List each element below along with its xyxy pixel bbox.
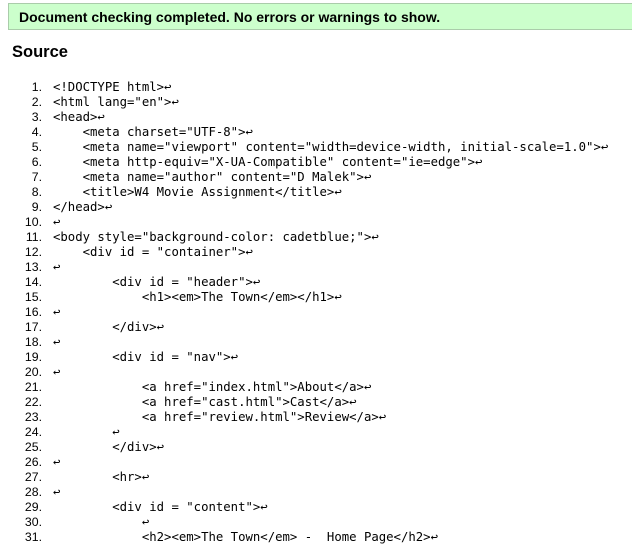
source-line: 23. <a href="review.html">Review</a>↩	[0, 410, 634, 425]
line-code: ↩	[53, 425, 120, 439]
line-code: <a href="cast.html">Cast</a>↩	[53, 395, 357, 409]
line-code: </div>↩	[53, 320, 165, 334]
source-line: 4. <meta charset="UTF-8">↩	[0, 125, 634, 140]
line-number: 6.	[31, 155, 42, 169]
source-line: 11. <body style="background-color: cadetb…	[0, 230, 634, 245]
line-code: ↩	[53, 515, 150, 529]
source-line: 31. <h2><em>The Town</em> - Home Page</h…	[0, 530, 634, 545]
line-number: 27.	[24, 470, 42, 484]
source-line: 28. ↩	[0, 485, 634, 500]
line-number: 8.	[31, 185, 42, 199]
source-line: 1. <!DOCTYPE html>↩	[0, 80, 634, 95]
line-code: <meta name="viewport" content="width=dev…	[53, 140, 609, 154]
line-number: 2.	[31, 95, 42, 109]
line-code: <meta name="author" content="D Malek">↩	[53, 170, 372, 184]
success-message: Document checking completed. No errors o…	[19, 9, 441, 25]
line-code: ↩	[53, 485, 61, 499]
source-line: 2. <html lang="en">↩	[0, 95, 634, 110]
line-number: 30.	[24, 515, 42, 529]
line-code: ↩	[53, 305, 61, 319]
line-code: <div id = "content">↩	[53, 500, 268, 514]
line-code: <h1><em>The Town</em></h1>↩	[53, 290, 342, 304]
line-code: </head>↩	[53, 200, 113, 214]
line-code: <meta charset="UTF-8">↩	[53, 125, 253, 139]
line-number: 15.	[24, 290, 42, 304]
line-number: 29.	[24, 500, 42, 514]
source-heading: Source	[12, 43, 68, 61]
source-line: 19. <div id = "nav">↩	[0, 350, 634, 365]
line-code: ↩	[53, 455, 61, 469]
line-code: <head>↩	[53, 110, 105, 124]
line-number: 7.	[31, 170, 42, 184]
source-listing: 1. <!DOCTYPE html>↩ 2. <html lang="en">↩ 3. <…	[0, 80, 634, 545]
source-line: 18. ↩	[0, 335, 634, 350]
source-line: 5. <meta name="viewport" content="width=…	[0, 140, 634, 155]
line-number: 20.	[24, 365, 42, 379]
source-line: 20. ↩	[0, 365, 634, 380]
line-number: 3.	[31, 110, 42, 124]
source-line: 14. <div id = "header">↩	[0, 275, 634, 290]
line-code: <meta http-equiv="X-UA-Compatible" conte…	[53, 155, 483, 169]
source-line: 30. ↩	[0, 515, 634, 530]
line-code: <title>W4 Movie Assignment</title>↩	[53, 185, 342, 199]
line-code: ↩	[53, 260, 61, 274]
line-number: 4.	[31, 125, 42, 139]
source-line: 15. <h1><em>The Town</em></h1>↩	[0, 290, 634, 305]
line-number: 31.	[24, 530, 42, 544]
source-line: 24. ↩	[0, 425, 634, 440]
line-number: 16.	[24, 305, 42, 319]
line-code: ↩	[53, 335, 61, 349]
source-line: 12. <div id = "container">↩	[0, 245, 634, 260]
line-code: <a href="review.html">Review</a>↩	[53, 410, 387, 424]
line-number: 19.	[24, 350, 42, 364]
source-line: 10. ↩	[0, 215, 634, 230]
success-banner: Document checking completed. No errors o…	[8, 3, 632, 30]
line-code: <hr>↩	[53, 470, 150, 484]
source-line: 7. <meta name="author" content="D Malek"…	[0, 170, 634, 185]
source-line: 3. <head>↩	[0, 110, 634, 125]
line-number: 22.	[24, 395, 42, 409]
line-number: 14.	[24, 275, 42, 289]
line-number: 13.	[24, 260, 42, 274]
line-number: 25.	[24, 440, 42, 454]
source-line: 21. <a href="index.html">About</a>↩	[0, 380, 634, 395]
line-code: <h2><em>The Town</em> - Home Page</h2>↩	[53, 530, 438, 544]
line-code: <div id = "container">↩	[53, 245, 253, 259]
source-line: 25. </div>↩	[0, 440, 634, 455]
source-line: 26. ↩	[0, 455, 634, 470]
line-code: <div id = "header">↩	[53, 275, 261, 289]
line-number: 23.	[24, 410, 42, 424]
source-line: 13. ↩	[0, 260, 634, 275]
source-line: 27. <hr>↩	[0, 470, 634, 485]
source-line: 16. ↩	[0, 305, 634, 320]
line-number: 9.	[31, 200, 42, 214]
source-line: 8. <title>W4 Movie Assignment</title>↩	[0, 185, 634, 200]
line-number: 17.	[24, 320, 42, 334]
line-code: <html lang="en">↩	[53, 95, 179, 109]
line-code: </div>↩	[53, 440, 165, 454]
line-number: 18.	[24, 335, 42, 349]
line-number: 28.	[24, 485, 42, 499]
line-code: <body style="background-color: cadetblue…	[53, 230, 379, 244]
source-line: 9. </head>↩	[0, 200, 634, 215]
source-line: 6. <meta http-equiv="X-UA-Compatible" co…	[0, 155, 634, 170]
line-code: <!DOCTYPE html>↩	[53, 80, 172, 94]
line-code: <a href="index.html">About</a>↩	[53, 380, 372, 394]
line-number: 12.	[24, 245, 42, 259]
source-line: 17. </div>↩	[0, 320, 634, 335]
line-number: 24.	[24, 425, 42, 439]
line-code: ↩	[53, 215, 61, 229]
line-code: ↩	[53, 365, 61, 379]
line-number: 10.	[24, 215, 42, 229]
source-line: 29. <div id = "content">↩	[0, 500, 634, 515]
line-number: 1.	[31, 80, 42, 94]
line-number: 26.	[24, 455, 42, 469]
line-code: <div id = "nav">↩	[53, 350, 239, 364]
source-line: 22. <a href="cast.html">Cast</a>↩	[0, 395, 634, 410]
line-number: 21.	[24, 380, 42, 394]
line-number: 5.	[31, 140, 42, 154]
line-number: 11.	[25, 230, 42, 244]
